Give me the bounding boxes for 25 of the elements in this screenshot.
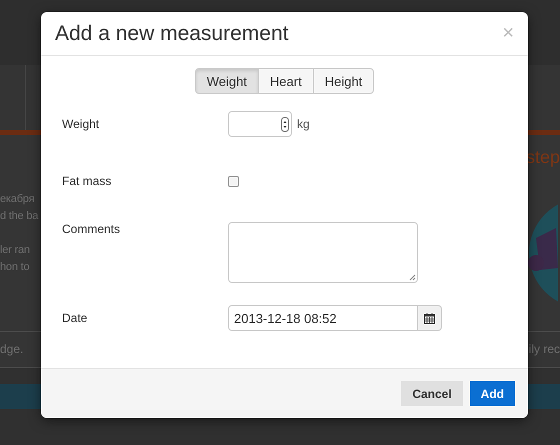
background-text: екабря	[0, 192, 36, 207]
measurement-tab[interactable]: Height	[312, 68, 374, 94]
comments-field[interactable]	[228, 222, 418, 283]
measurement-tab[interactable]: Weight	[194, 68, 259, 94]
fat-mass-checkbox[interactable]	[228, 176, 239, 186]
measurement-tab[interactable]: Heart	[258, 68, 314, 94]
cancel-button[interactable]: Cancel	[401, 381, 463, 406]
background-text: hon to	[0, 260, 30, 275]
add-button[interactable]: Add	[470, 381, 515, 406]
date-field[interactable]: 2013-12-18 08:52	[228, 305, 418, 331]
background-text: ler ran	[0, 243, 31, 258]
unit-label: kg	[297, 117, 310, 131]
background-text: ily rec	[528, 341, 560, 358]
weight-field[interactable]	[228, 111, 292, 137]
field-label: Comments	[62, 222, 122, 238]
dialog-title: Add a new measurement	[55, 22, 288, 46]
spinner-icon[interactable]	[281, 116, 289, 132]
field-label: Date	[62, 310, 88, 327]
field-label: Weight	[62, 116, 100, 133]
background-heading: step	[526, 147, 560, 168]
background-text: dge.	[0, 341, 24, 358]
calendar-icon[interactable]	[418, 305, 442, 331]
background-text: d the ba	[0, 209, 38, 224]
field-label: Fat mass	[62, 174, 112, 188]
resize-grip-icon[interactable]	[409, 274, 416, 281]
